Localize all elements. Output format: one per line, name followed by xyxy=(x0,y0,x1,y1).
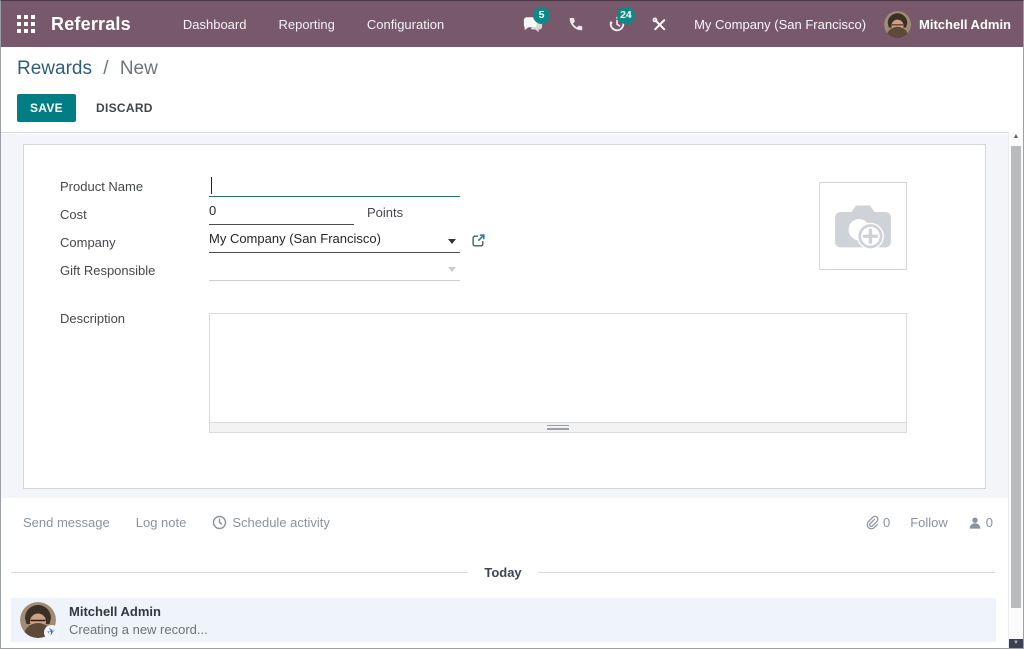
divider-line xyxy=(538,572,995,573)
apps-grid-icon xyxy=(17,15,35,33)
product-name-input[interactable] xyxy=(209,175,460,197)
menu-dashboard[interactable]: Dashboard xyxy=(169,11,261,38)
scroll-up-icon[interactable]: ▲ xyxy=(1009,133,1023,140)
phone-icon xyxy=(567,16,584,33)
chevron-down-icon[interactable] xyxy=(448,267,456,272)
company-value: My Company (San Francisco) xyxy=(209,231,381,246)
chevron-down-icon[interactable] xyxy=(448,239,456,244)
form-action-buttons: SAVE DISCARD xyxy=(17,94,165,122)
company-label: Company xyxy=(60,235,205,250)
odoo-referrals-screen: Referrals Dashboard Reporting Configurat… xyxy=(0,0,1024,649)
followers-button[interactable]: 0 xyxy=(968,515,993,530)
resize-grip-icon xyxy=(547,425,569,430)
apps-menu-button[interactable] xyxy=(13,11,39,37)
date-divider: Today xyxy=(11,565,995,580)
chatter-message[interactable]: ✈ Mitchell Admin Creating a new record..… xyxy=(11,598,996,642)
cost-label: Cost xyxy=(60,207,205,222)
main-menu: Dashboard Reporting Configuration xyxy=(169,11,458,38)
message-avatar: ✈ xyxy=(20,602,56,638)
activities-button[interactable]: 24 xyxy=(605,12,629,36)
user-name: Mitchell Admin xyxy=(919,17,1011,32)
message-author[interactable]: Mitchell Admin xyxy=(69,604,208,619)
product-image-upload[interactable] xyxy=(819,182,907,270)
activities-badge: 24 xyxy=(617,7,635,24)
external-link-icon[interactable] xyxy=(471,233,486,248)
tools-icon xyxy=(651,16,668,33)
clock-icon xyxy=(212,515,227,530)
follow-button[interactable]: Follow xyxy=(910,515,948,530)
scroll-down-icon[interactable]: ▼ xyxy=(1009,639,1023,648)
description-textarea[interactable] xyxy=(209,313,907,423)
phone-button[interactable] xyxy=(563,12,587,36)
schedule-activity-label: Schedule activity xyxy=(232,515,330,530)
textarea-resize-handle[interactable] xyxy=(209,423,907,433)
out-of-office-plane-icon: ✈ xyxy=(43,624,61,642)
control-panel: Rewards / New SAVE DISCARD xyxy=(1,47,1023,133)
app-title: Referrals xyxy=(51,14,131,35)
save-button[interactable]: SAVE xyxy=(17,94,76,122)
user-menu[interactable]: Mitchell Admin xyxy=(884,11,1011,38)
follower-count: 0 xyxy=(986,515,993,530)
menu-configuration[interactable]: Configuration xyxy=(353,11,458,38)
gift-responsible-select[interactable] xyxy=(209,259,460,281)
vertical-scrollbar[interactable]: ▲ ▼ xyxy=(1008,132,1023,648)
debug-tools-button[interactable] xyxy=(647,12,671,36)
company-select[interactable]: My Company (San Francisco) xyxy=(209,231,460,253)
divider-line xyxy=(11,572,468,573)
message-body: Mitchell Admin Creating a new record... xyxy=(69,604,208,637)
description-label: Description xyxy=(60,311,205,326)
messages-badge: 5 xyxy=(533,7,550,24)
attachment-count: 0 xyxy=(883,515,890,530)
cost-input[interactable]: 0 xyxy=(209,203,354,225)
message-text: Creating a new record... xyxy=(69,622,208,637)
chatter-topbar-right: 0 Follow 0 xyxy=(864,515,993,530)
company-switcher[interactable]: My Company (San Francisco) xyxy=(694,17,866,32)
avatar-image xyxy=(884,11,911,38)
form-view-area: Product Name Cost 0 Points Company My Co… xyxy=(1,134,1023,498)
user-avatar xyxy=(884,11,911,38)
breadcrumb: Rewards / New xyxy=(17,58,158,80)
chatter: Send message Log note Schedule activity … xyxy=(1,498,1023,648)
menu-reporting[interactable]: Reporting xyxy=(264,11,348,38)
attachments-button[interactable]: 0 xyxy=(864,515,890,530)
text-cursor xyxy=(211,177,212,194)
gift-responsible-label: Gift Responsible xyxy=(60,263,205,278)
person-icon xyxy=(968,516,982,530)
date-divider-label: Today xyxy=(484,565,521,580)
breadcrumb-current: New xyxy=(120,58,158,79)
camera-add-icon xyxy=(831,199,895,253)
discard-button[interactable]: DISCARD xyxy=(84,94,165,122)
scrollbar-thumb[interactable] xyxy=(1011,146,1021,608)
breadcrumb-rewards-link[interactable]: Rewards xyxy=(17,58,92,79)
chatter-buttons: Send message Log note Schedule activity xyxy=(23,515,330,530)
cost-field-row: 0 Points xyxy=(209,203,629,225)
product-name-label: Product Name xyxy=(60,179,205,194)
form-sheet: Product Name Cost 0 Points Company My Co… xyxy=(23,144,986,489)
top-navbar: Referrals Dashboard Reporting Configurat… xyxy=(1,1,1023,47)
send-message-button[interactable]: Send message xyxy=(23,515,110,530)
schedule-activity-button[interactable]: Schedule activity xyxy=(212,515,330,530)
navbar-systray: 5 24 xyxy=(512,11,1011,38)
log-note-button[interactable]: Log note xyxy=(136,515,187,530)
follow-label: Follow xyxy=(910,515,948,530)
paperclip-icon xyxy=(864,515,879,530)
messages-button[interactable]: 5 xyxy=(521,12,545,36)
cost-unit-label: Points xyxy=(367,205,403,220)
breadcrumb-separator: / xyxy=(103,58,108,79)
